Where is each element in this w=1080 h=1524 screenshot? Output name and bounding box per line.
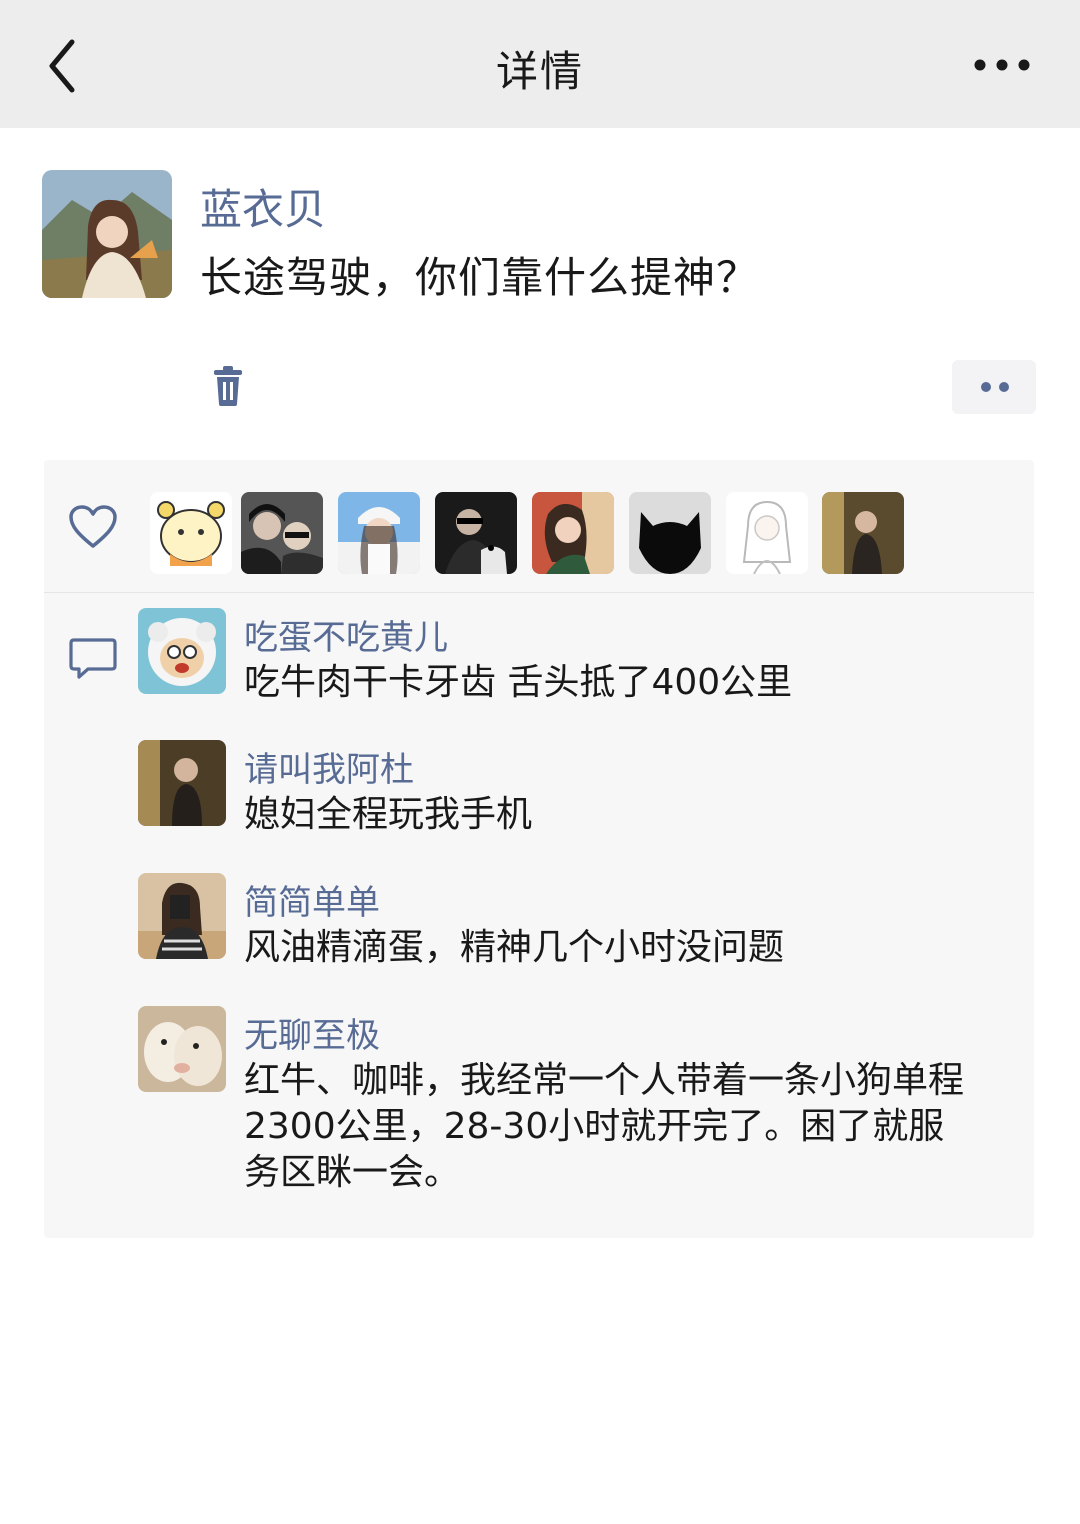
page-title: 详情 <box>495 47 584 96</box>
avatar[interactable] <box>138 608 226 694</box>
comment-author[interactable]: 吃蛋不吃黄儿 <box>244 610 448 659</box>
comment-text: 吃牛肉干卡牙齿 舌头抵了400公里 <box>244 662 793 703</box>
comment-author[interactable]: 简简单单 <box>244 875 380 924</box>
comment-item[interactable]: 简简单单 风油精滴蛋，精神几个小时没问题 <box>138 873 1028 993</box>
liker-avatar[interactable] <box>338 492 420 574</box>
two-dots-icon <box>981 382 1009 392</box>
avatar[interactable] <box>138 873 226 959</box>
liker-avatar[interactable] <box>629 492 711 574</box>
avatar[interactable] <box>138 1006 226 1092</box>
comment-item[interactable]: 吃蛋不吃黄儿 吃牛肉干卡牙齿 舌头抵了400公里 <box>138 608 1028 728</box>
liker-avatar[interactable] <box>822 492 904 574</box>
trash-icon <box>214 366 242 406</box>
liker-avatar[interactable] <box>532 492 614 574</box>
ellipsis-icon <box>974 59 1030 71</box>
liker-avatar[interactable] <box>150 492 232 574</box>
comment-item[interactable]: 无聊至极 红牛、咖啡，我经常一个人带着一条小狗单程2300公里，28-30小时就… <box>138 1006 1028 1226</box>
like-comment-button[interactable] <box>952 360 1036 414</box>
avatar[interactable] <box>42 170 172 298</box>
liker-avatar[interactable] <box>435 492 517 574</box>
comment-author[interactable]: 无聊至极 <box>244 1008 380 1057</box>
comment-author[interactable]: 请叫我阿杜 <box>244 742 414 791</box>
comment-text: 媳妇全程玩我手机 <box>244 794 533 835</box>
divider <box>44 592 1034 593</box>
delete-button[interactable] <box>208 364 248 408</box>
post-author[interactable]: 蓝衣贝 <box>200 176 326 237</box>
post-content: 长途驾驶，你们靠什么提神？ <box>200 253 760 302</box>
liker-avatar[interactable] <box>241 492 323 574</box>
nav-bar: 详情 <box>0 0 1080 128</box>
comment-item[interactable]: 请叫我阿杜 媳妇全程玩我手机 <box>138 740 1028 860</box>
interaction-panel: 吃蛋不吃黄儿 吃牛肉干卡牙齿 舌头抵了400公里 请叫我阿杜 媳妇全程玩我手机 <box>44 460 1034 1238</box>
avatar[interactable] <box>138 740 226 826</box>
more-button[interactable] <box>972 50 1032 80</box>
likes-row <box>44 460 1034 592</box>
liker-avatar[interactable] <box>726 492 808 574</box>
comment-text: 风油精滴蛋，精神几个小时没问题 <box>244 927 785 968</box>
heart-icon <box>68 504 118 550</box>
comment-text: 红牛、咖啡，我经常一个人带着一条小狗单程2300公里，28-30小时就开完了。困… <box>244 1060 965 1193</box>
comment-icon <box>68 636 118 682</box>
moment-post: 蓝衣贝 长途驾驶，你们靠什么提神？ 吃蛋不吃黄儿 吃牛肉干卡牙齿 舌头抵了400… <box>0 128 1080 1524</box>
